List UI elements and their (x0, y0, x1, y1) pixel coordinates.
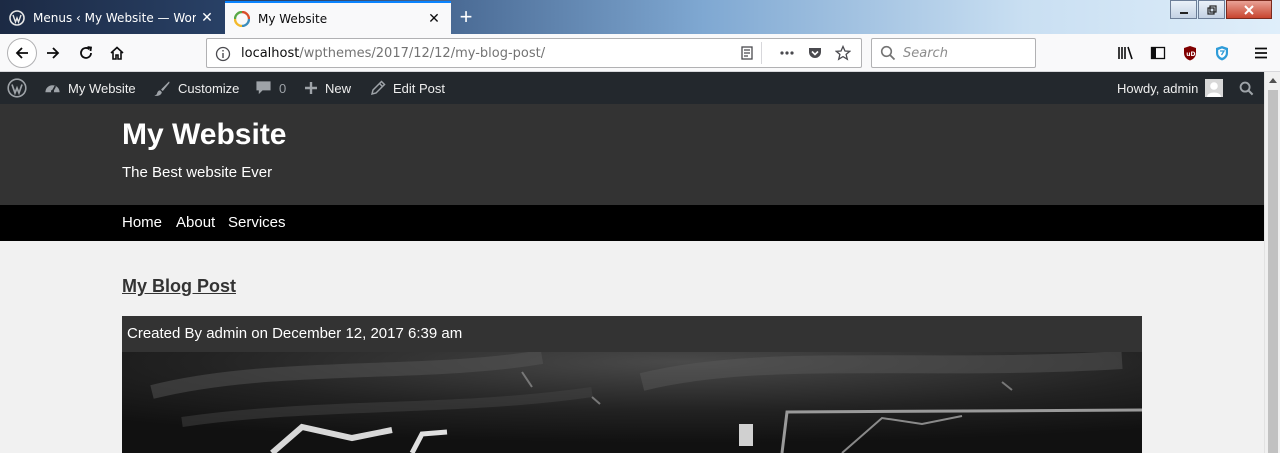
ublock-origin-icon[interactable]: uD (1179, 42, 1201, 64)
admin-bar-comments[interactable]: 0 (255, 72, 286, 104)
reader-view-icon[interactable] (733, 42, 761, 64)
restore-icon[interactable] (1198, 0, 1225, 19)
tab-my-website[interactable]: My Website ✕ (225, 1, 451, 34)
avatar (1205, 79, 1224, 97)
address-bar[interactable]: localhost/wpthemes/2017/12/12/my-blog-po… (206, 38, 862, 68)
home-button[interactable] (102, 38, 132, 68)
comment-bubble-icon (256, 81, 271, 95)
back-arrow-icon (15, 47, 28, 59)
comments-count: 0 (279, 80, 287, 96)
close-tab-icon[interactable]: ✕ (423, 11, 445, 27)
reload-icon (80, 46, 93, 59)
site-info-icon[interactable] (215, 46, 231, 62)
url-host: localhost (241, 46, 300, 61)
tab-menus[interactable]: Menus ‹ My Website — WordPress ✕ (0, 2, 224, 34)
home-icon (110, 46, 124, 60)
site-header: My Website The Best website Ever (0, 104, 1264, 205)
admin-bar-site-name[interactable]: My Website (44, 72, 136, 104)
browser-tab-strip: Menus ‹ My Website — WordPress ✕ My Webs… (0, 0, 1280, 34)
scroll-up-arrow-icon[interactable] (1265, 72, 1280, 89)
search-icon (1239, 81, 1254, 95)
pocket-icon[interactable] (801, 42, 829, 64)
post-meta: Created By admin on December 12, 2017 6:… (122, 316, 1142, 352)
url-separator (761, 42, 773, 64)
hamburger-menu-icon[interactable] (1250, 42, 1272, 64)
howdy-label: Howdy, admin (1117, 80, 1199, 96)
search-icon (880, 45, 896, 61)
vpn-shield-icon[interactable] (1211, 42, 1233, 64)
url-path: /wpthemes/2017/12/12/my-blog-post/ (299, 46, 546, 61)
minimize-icon[interactable] (1170, 0, 1197, 19)
admin-bar-new[interactable]: New (304, 72, 351, 104)
wp-admin-bar: My Website Customize 0 New Edit Post How… (0, 72, 1264, 104)
search-bar[interactable]: Search (871, 38, 1036, 68)
admin-bar-customize[interactable]: Customize (153, 72, 239, 104)
wordpress-logo-button[interactable] (7, 72, 34, 104)
pencil-icon (370, 80, 386, 96)
new-label: New (325, 80, 352, 96)
paintbrush-icon (154, 80, 170, 96)
library-icon[interactable] (1115, 42, 1137, 64)
reload-button[interactable] (71, 38, 101, 68)
chalkboard-image (122, 352, 1142, 453)
site-tagline: The Best website Ever (122, 164, 273, 181)
site-navigation: Home About Services (0, 205, 1264, 241)
forward-arrow-icon (47, 47, 60, 59)
post-title-link[interactable]: My Blog Post (122, 276, 236, 297)
nav-link-home[interactable]: Home (122, 214, 162, 231)
tab-title: Menus ‹ My Website — WordPress (33, 11, 196, 25)
dashboard-gauge-icon (45, 84, 60, 93)
bookmark-star-icon[interactable] (829, 42, 857, 64)
window-close-icon[interactable] (1226, 0, 1272, 19)
svg-text:uD: uD (1186, 51, 1195, 58)
wordpress-logo-icon (7, 78, 27, 98)
site-title[interactable]: My Website (122, 118, 287, 152)
customize-label: Customize (178, 80, 240, 96)
admin-bar-my-account[interactable]: Howdy, admin (1117, 72, 1224, 104)
wordpress-favicon-icon (234, 10, 250, 27)
search-placeholder: Search (903, 46, 948, 61)
sidebar-icon[interactable] (1147, 42, 1169, 64)
browser-toolbar: localhost/wpthemes/2017/12/12/my-blog-po… (0, 34, 1280, 72)
page-scrollbar[interactable] (1264, 72, 1280, 453)
tab-title: My Website (258, 11, 328, 26)
plus-icon (305, 82, 317, 94)
wordpress-favicon-icon (9, 10, 25, 26)
window-controls (1169, 0, 1272, 19)
nav-link-services[interactable]: Services (228, 214, 286, 231)
forward-button[interactable] (38, 38, 68, 68)
url-actions (733, 42, 857, 64)
edit-post-label: Edit Post (393, 80, 446, 96)
nav-link-about[interactable]: About (176, 214, 215, 231)
page-actions-icon[interactable] (773, 42, 801, 64)
back-button[interactable] (7, 38, 37, 68)
post-featured-image (122, 352, 1142, 453)
site-name-label: My Website (68, 80, 136, 96)
admin-bar-edit-post[interactable]: Edit Post (370, 72, 445, 104)
url-text[interactable]: localhost/wpthemes/2017/12/12/my-blog-po… (241, 46, 545, 61)
scroll-thumb[interactable] (1268, 90, 1278, 453)
main-content: My Blog Post Created By admin on Decembe… (0, 241, 1264, 453)
admin-bar-search[interactable] (1239, 72, 1261, 104)
close-tab-icon[interactable]: ✕ (196, 10, 218, 26)
new-tab-plus-icon[interactable]: + (452, 4, 480, 30)
